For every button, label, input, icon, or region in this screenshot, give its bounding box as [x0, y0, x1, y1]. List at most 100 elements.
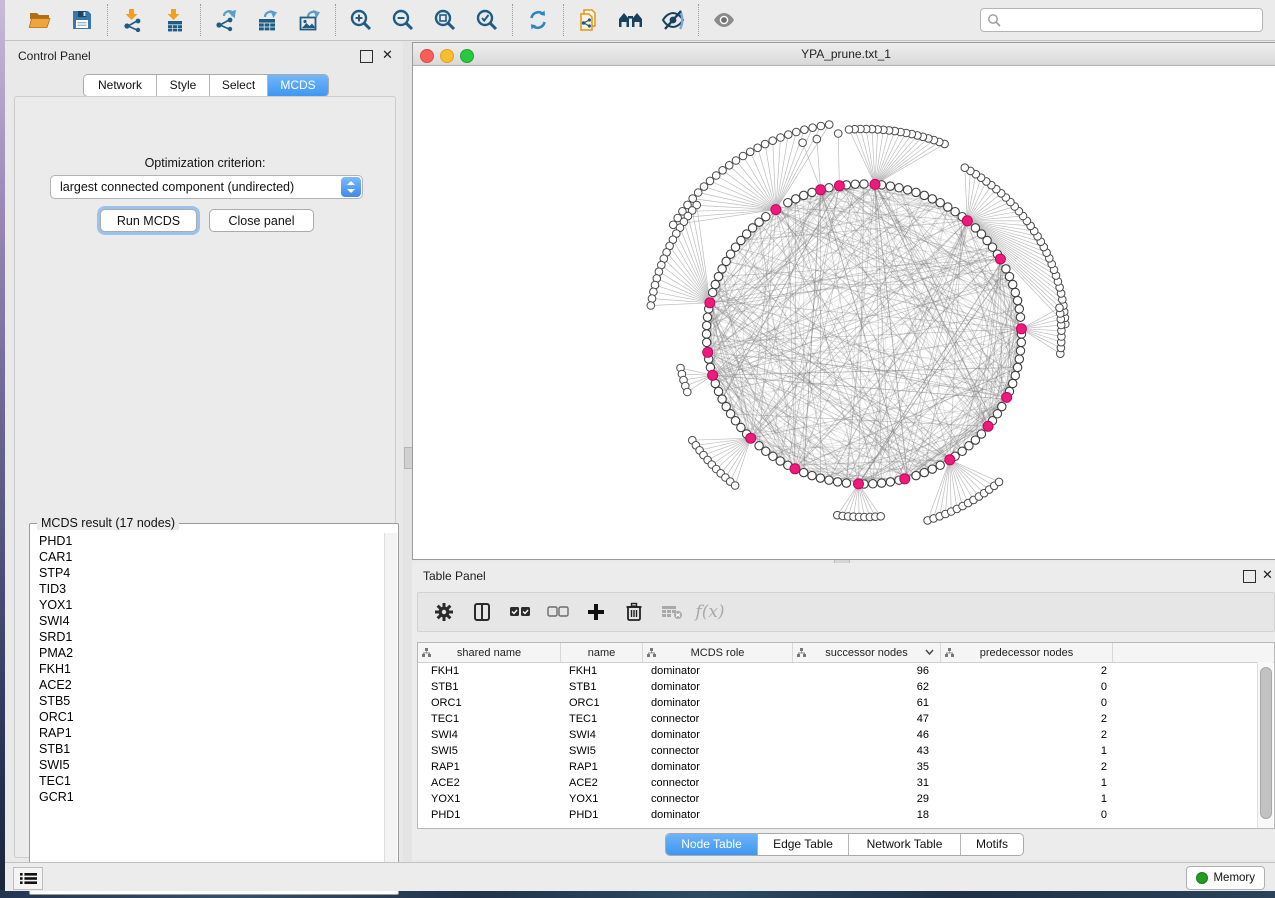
network-node[interactable] [842, 479, 850, 487]
table-row[interactable]: ACE2ACE2connector311 [418, 775, 1274, 791]
export-table-icon[interactable] [255, 7, 281, 33]
close-panel-button[interactable]: Close panel [209, 209, 314, 232]
mcds-result-item[interactable]: TID3 [31, 581, 383, 597]
network-leaf-node[interactable] [650, 288, 658, 296]
mcds-list-scrollbar[interactable] [384, 533, 397, 885]
network-node[interactable] [851, 180, 859, 188]
network-canvas[interactable] [413, 66, 1275, 559]
close-table-panel-icon[interactable]: ✕ [1262, 567, 1273, 583]
tab-style[interactable]: Style [157, 75, 210, 96]
import-network-icon[interactable] [120, 7, 146, 33]
mcds-hub-node[interactable] [1016, 324, 1026, 334]
column-header-successor-nodes[interactable]: successor nodes [793, 643, 941, 662]
column-header-shared-name[interactable]: shared name [418, 643, 561, 662]
network-node[interactable] [711, 280, 719, 288]
network-node[interactable] [800, 468, 808, 476]
network-leaf-node[interactable] [777, 134, 785, 142]
network-node[interactable] [703, 321, 711, 329]
table-row[interactable]: PHD1PHD1dominator180 [418, 807, 1274, 823]
task-history-button[interactable] [13, 867, 43, 890]
network-node[interactable] [702, 330, 710, 338]
network-node[interactable] [1011, 371, 1019, 379]
hide-selected-icon[interactable] [660, 7, 686, 33]
network-node[interactable] [928, 195, 936, 203]
network-node[interactable] [998, 402, 1006, 410]
network-leaf-node[interactable] [809, 124, 817, 132]
network-node[interactable] [928, 465, 936, 473]
tab-network[interactable]: Network [84, 75, 157, 96]
network-node[interactable] [920, 468, 928, 476]
mcds-hub-node[interactable] [816, 185, 826, 195]
network-leaf-node[interactable] [825, 121, 833, 129]
mcds-result-item[interactable]: GCR1 [31, 789, 383, 805]
network-node[interactable] [1017, 338, 1025, 346]
select-all-rows-icon[interactable] [508, 600, 532, 624]
close-panel-icon[interactable]: ✕ [382, 47, 393, 63]
delete-column-icon[interactable] [622, 600, 646, 624]
mcds-result-item[interactable]: YOX1 [31, 597, 383, 613]
mcds-result-item[interactable]: CAR1 [31, 549, 383, 565]
clone-network-icon[interactable] [576, 7, 602, 33]
network-leaf-node[interactable] [731, 482, 739, 490]
network-leaf-node[interactable] [785, 131, 793, 139]
network-leaf-node[interactable] [754, 144, 762, 152]
network-node[interactable] [1015, 305, 1023, 313]
network-node[interactable] [833, 478, 841, 486]
tab-mcds[interactable]: MCDS [268, 75, 328, 96]
network-leaf-node[interactable] [801, 126, 809, 134]
tab-motifs[interactable]: Motifs [961, 834, 1023, 855]
run-mcds-button[interactable]: Run MCDS [100, 209, 197, 232]
deselect-all-rows-icon[interactable] [546, 600, 570, 624]
mcds-hub-node[interactable] [708, 370, 718, 380]
network-node[interactable] [1013, 363, 1021, 371]
mcds-hub-node[interactable] [854, 479, 864, 489]
network-leaf-node[interactable] [719, 167, 727, 175]
add-column-icon[interactable] [584, 600, 608, 624]
mcds-result-item[interactable]: STP4 [31, 565, 383, 581]
network-leaf-node[interactable] [817, 122, 825, 130]
tab-edge-table[interactable]: Edge Table [758, 834, 849, 855]
zoom-out-icon[interactable] [390, 7, 416, 33]
network-node[interactable] [816, 474, 824, 482]
network-leaf-node[interactable] [761, 140, 769, 148]
mcds-hub-node[interactable] [790, 464, 800, 474]
tab-select[interactable]: Select [210, 75, 268, 96]
network-leaf-node[interactable] [877, 513, 885, 521]
table-row[interactable]: RAP1RAP1dominator352 [418, 759, 1274, 775]
mcds-result-item[interactable]: PHD1 [31, 533, 383, 549]
network-node[interactable] [1016, 313, 1024, 321]
network-leaf-node[interactable] [813, 135, 821, 143]
network-leaf-node[interactable] [725, 162, 733, 170]
tab-network-table[interactable]: Network Table [849, 834, 961, 855]
delete-table-icon[interactable] [660, 600, 684, 624]
mcds-result-item[interactable]: ACE2 [31, 677, 383, 693]
mcds-hub-node[interactable] [962, 216, 972, 226]
network-node[interactable] [912, 471, 920, 479]
tab-node-table[interactable]: Node Table [666, 834, 758, 855]
mcds-result-item[interactable]: FKH1 [31, 661, 383, 677]
network-node[interactable] [1016, 347, 1024, 355]
network-node[interactable] [808, 471, 816, 479]
table-row[interactable]: FKH1FKH1dominator962 [418, 663, 1274, 679]
table-row[interactable]: TEC1TEC1connector472 [418, 711, 1274, 727]
table-row[interactable]: ORC1ORC1dominator610 [418, 695, 1274, 711]
table-row[interactable]: STB1STB1dominator620 [418, 679, 1274, 695]
table-scrollbar-track[interactable] [1257, 662, 1273, 828]
network-node[interactable] [886, 478, 894, 486]
network-node[interactable] [977, 430, 985, 438]
network-node[interactable] [792, 195, 800, 203]
network-node[interactable] [825, 476, 833, 484]
optimization-criterion-select[interactable]: largest connected component (undirected) [50, 175, 363, 199]
table-row[interactable]: SWI5SWI5connector431 [418, 743, 1274, 759]
network-node[interactable] [869, 480, 877, 488]
network-leaf-node[interactable] [694, 189, 702, 197]
network-node[interactable] [1005, 272, 1013, 280]
network-node[interactable] [936, 461, 944, 469]
mcds-result-item[interactable]: SRD1 [31, 629, 383, 645]
network-node[interactable] [912, 188, 920, 196]
network-leaf-node[interactable] [732, 157, 740, 165]
network-node[interactable] [860, 180, 868, 188]
first-neighbors-icon[interactable] [618, 7, 644, 33]
network-leaf-node[interactable] [793, 128, 801, 136]
save-session-icon[interactable] [69, 7, 95, 33]
